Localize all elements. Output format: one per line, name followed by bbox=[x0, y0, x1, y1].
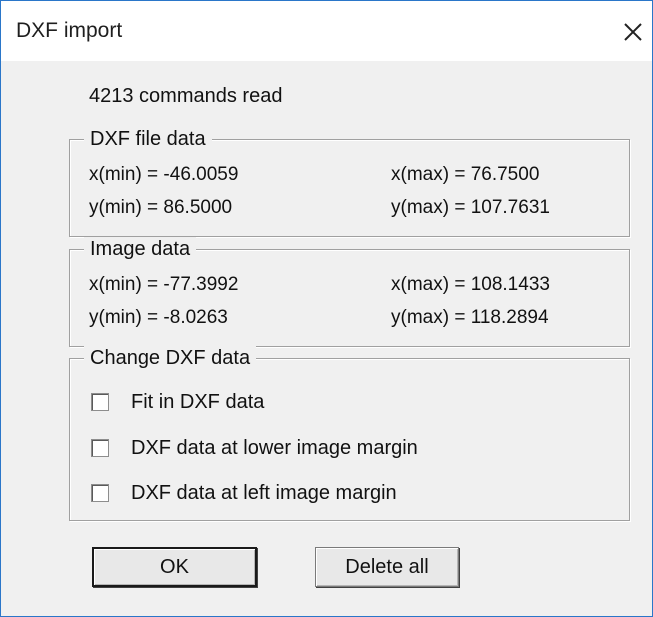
title-bar[interactable]: DXF import bbox=[1, 1, 652, 61]
fit-in-dxf-checkbox[interactable] bbox=[91, 393, 109, 411]
left-margin-option[interactable]: DXF data at left image margin bbox=[91, 481, 397, 505]
image-xmin-value: x(min) = -77.3992 bbox=[89, 274, 239, 295]
lower-margin-option[interactable]: DXF data at lower image margin bbox=[91, 436, 418, 460]
image-xmax-value: x(max) = 108.1433 bbox=[391, 274, 550, 295]
dxf-ymax-value: y(max) = 107.7631 bbox=[391, 197, 550, 218]
dxf-import-dialog: DXF import 4213 commands read DXF file d… bbox=[0, 0, 653, 617]
image-data-group: Image data bbox=[69, 237, 630, 347]
change-dxf-data-title: Change DXF data bbox=[84, 346, 257, 370]
dxf-ymin-value: y(min) = 86.5000 bbox=[89, 197, 233, 218]
dxf-xmax-value: x(max) = 76.7500 bbox=[391, 164, 540, 185]
fit-in-dxf-label[interactable]: Fit in DXF data bbox=[131, 391, 264, 414]
dxf-xmin-value: x(min) = -46.0059 bbox=[89, 164, 239, 185]
ok-button[interactable]: OK bbox=[92, 547, 257, 587]
lower-margin-checkbox[interactable] bbox=[91, 439, 109, 457]
commands-read-status: 4213 commands read bbox=[89, 85, 283, 107]
image-data-title: Image data bbox=[84, 237, 197, 261]
dxf-file-data-title: DXF file data bbox=[84, 127, 212, 151]
image-ymin-value: y(min) = -8.0263 bbox=[89, 307, 228, 328]
dxf-file-data-group: DXF file data bbox=[69, 127, 630, 237]
delete-all-button[interactable]: Delete all bbox=[315, 547, 459, 587]
fit-in-dxf-option[interactable]: Fit in DXF data bbox=[91, 390, 264, 414]
dialog-title: DXF import bbox=[16, 19, 123, 42]
close-icon[interactable] bbox=[622, 21, 644, 43]
lower-margin-label[interactable]: DXF data at lower image margin bbox=[131, 437, 418, 460]
left-margin-checkbox[interactable] bbox=[91, 484, 109, 502]
image-ymax-value: y(max) = 118.2894 bbox=[391, 307, 549, 328]
left-margin-label[interactable]: DXF data at left image margin bbox=[131, 482, 397, 505]
